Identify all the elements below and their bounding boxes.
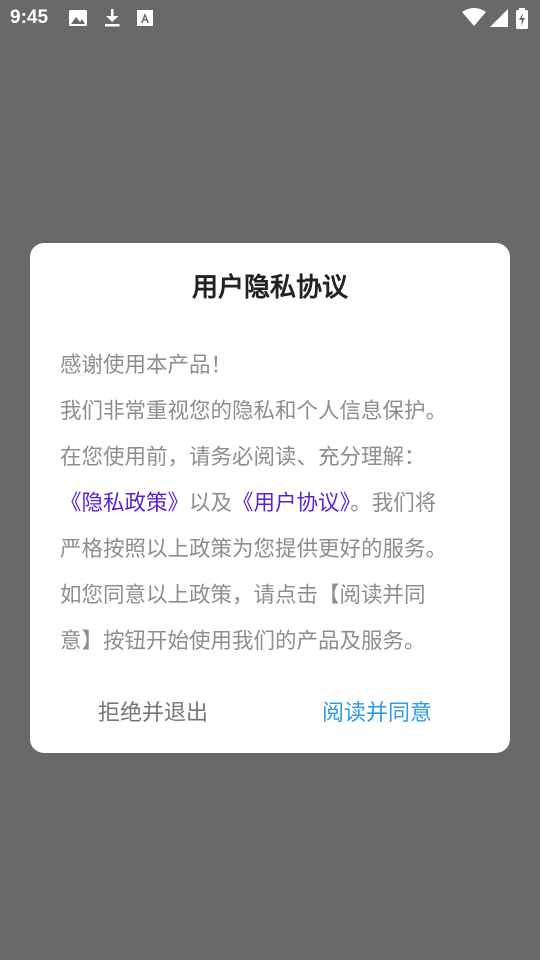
- dialog-body: 感谢使用本产品！ 我们非常重视您的隐私和个人信息保护。 在您使用前，请务必阅读、…: [60, 343, 490, 665]
- battery-icon: [516, 8, 528, 29]
- body-line-5: 严格按照以上政策为您提供更好的服务。: [60, 537, 448, 562]
- body-line-3: 在您使用前，请务必阅读、充分理解：: [60, 445, 426, 470]
- body-line-1: 感谢使用本产品！: [60, 353, 233, 378]
- dialog-title: 用户隐私协议: [191, 273, 348, 303]
- read-and-agree-button[interactable]: 阅读并同意: [322, 695, 432, 727]
- download-icon: [105, 9, 120, 27]
- body-line-7: 意】按钮开始使用我们的产品及服务。: [60, 629, 426, 654]
- privacy-dialog: 用户隐私协议 感谢使用本产品！ 我们非常重视您的隐私和个人信息保护。 在您使用前…: [30, 243, 510, 753]
- reject-and-exit-button[interactable]: 拒绝并退出: [98, 695, 208, 727]
- body-line-6: 如您同意以上政策，请点击【阅读并同: [60, 583, 426, 608]
- image-icon: [69, 10, 87, 26]
- user-agreement-link[interactable]: 《用户协议》: [232, 491, 350, 516]
- body-line-4-tail: 。我们将: [350, 491, 437, 516]
- wifi-icon: [462, 8, 486, 26]
- and-text: 以及: [189, 491, 233, 516]
- font-icon: [137, 10, 153, 26]
- status-bar: 9:45: [0, 0, 540, 36]
- body-line-2: 我们非常重视您的隐私和个人信息保护。: [60, 399, 448, 424]
- body-line-4: 《隐私政策》以及《用户协议》。我们将: [60, 481, 490, 527]
- privacy-policy-link[interactable]: 《隐私政策》: [60, 491, 189, 516]
- status-time: 9:45: [10, 7, 49, 28]
- signal-icon: [490, 9, 508, 27]
